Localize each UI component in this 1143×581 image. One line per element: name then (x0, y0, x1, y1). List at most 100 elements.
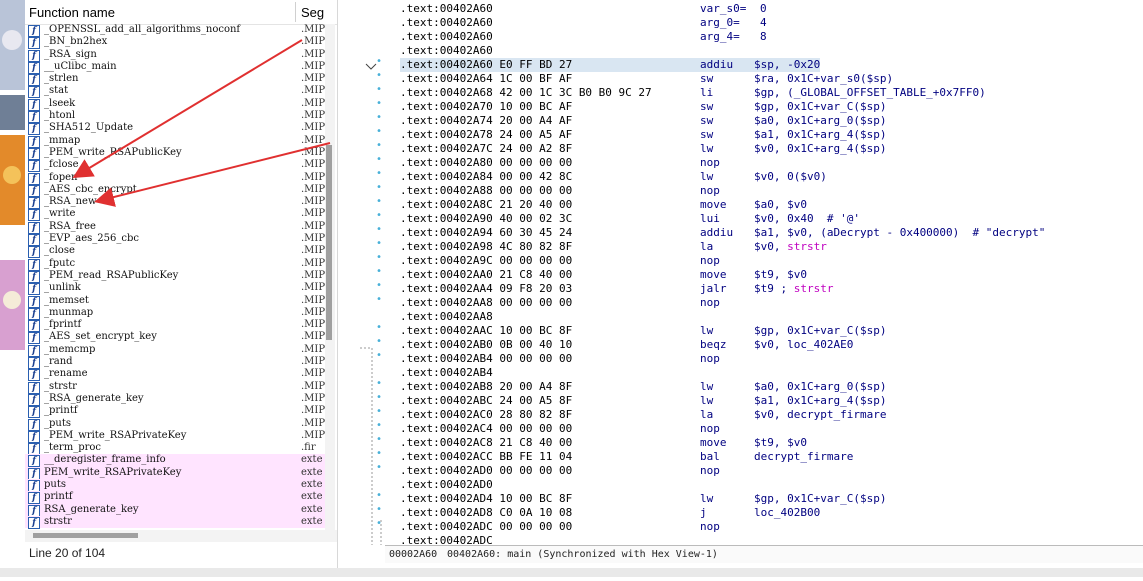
asm-line[interactable]: .text:00402A64 1C 00 BF AF sw $ra, 0x1C+va… (400, 72, 893, 86)
breakpoint-dot-icon[interactable]: • (376, 295, 382, 305)
breakpoint-dot-icon[interactable]: • (376, 449, 382, 459)
column-header-function-name[interactable]: Function name (29, 5, 115, 20)
function-row[interactable]: f _PEM_write_RSAPrivateKey .MIP (25, 430, 325, 443)
asm-line[interactable]: .text:00402AA0 21 C8 40 00 move $t9, $v0 (400, 268, 807, 282)
function-row[interactable]: f _AES_set_encrypt_key .MIP (25, 331, 325, 345)
function-row[interactable]: f _EVP_aes_256_cbc .MIP (25, 233, 325, 247)
breakpoint-dot-icon[interactable]: • (376, 127, 382, 137)
column-divider[interactable] (295, 2, 296, 22)
asm-line[interactable]: .text:00402ABC 24 00 A5 8F lw $a1, 0x1C+ar… (400, 394, 886, 408)
disassembly-view[interactable]: var_s0= 0 arg_0= 4 arg_4= 8 .text:00402A60 .te… (360, 0, 1143, 563)
asm-line[interactable]: .text:00402AB0 0B 00 40 10 beqz $v0, loc_4… (400, 338, 853, 352)
asm-line[interactable]: .text:00402A88 00 00 00 00 nop (400, 184, 720, 198)
breakpoint-dot-icon[interactable]: • (376, 463, 382, 473)
breakpoint-dot-icon[interactable]: • (376, 239, 382, 249)
breakpoint-dot-icon[interactable]: • (376, 71, 382, 81)
function-row[interactable]: f _write .MIP (25, 208, 325, 222)
breakpoint-dot-icon[interactable]: • (376, 351, 382, 361)
asm-line[interactable]: .text:00402A8C 21 20 40 00 move $a0, $v0 (400, 198, 807, 212)
breakpoint-dot-icon[interactable]: • (376, 141, 382, 151)
asm-line[interactable]: .text:00402AD4 10 00 BC 8F lw $gp, 0x1C+va… (400, 492, 886, 506)
function-row[interactable]: f _RSA_generate_key .MIP (25, 393, 325, 406)
function-row[interactable]: f _BN_bn2hex .MIP (25, 36, 325, 50)
function-row[interactable]: f _AES_cbc_encrypt .MIP (25, 184, 325, 197)
column-header-segment[interactable]: Seg (301, 5, 324, 20)
function-row[interactable]: f PEM_write_RSAPrivateKey exte (25, 466, 325, 480)
breakpoint-dot-icon[interactable]: • (376, 197, 382, 207)
function-row[interactable]: f _htonl .MIP (25, 110, 325, 124)
asm-line[interactable]: .text:00402A84 00 00 42 8C lw $v0, 0($v0) (400, 170, 827, 184)
function-row[interactable]: f strstr exte (25, 515, 325, 529)
function-row[interactable]: f _printf .MIP (25, 405, 325, 419)
function-row[interactable]: f _fputc .MIP (25, 258, 325, 271)
function-row[interactable]: f _fclose .MIP (25, 159, 325, 173)
asm-line[interactable]: .text:00402ACC BB FE 11 04 bal decrypt_fir… (400, 450, 853, 464)
breakpoint-dot-icon[interactable]: • (376, 393, 382, 403)
stack-var-name[interactable]: arg_0= (700, 16, 740, 30)
function-row[interactable]: f _fopen .MIP (25, 172, 325, 185)
stack-var-name[interactable]: var_s0= (700, 2, 746, 16)
breakpoint-dot-icon[interactable]: • (376, 99, 382, 109)
asm-line[interactable]: .text:00402AA8 00 00 00 00 nop (400, 296, 720, 310)
functions-scroll-thumb[interactable] (326, 145, 332, 340)
function-row[interactable]: f _puts .MIP (25, 418, 325, 431)
function-row[interactable]: f _OPENSSL_add_all_algorithms_noconf .MIP (25, 24, 325, 37)
function-row[interactable]: f _strlen .MIP (25, 73, 325, 87)
asm-line[interactable]: .text:00402A60 (400, 44, 499, 58)
asm-symbol-ref[interactable]: strstr (787, 240, 827, 253)
asm-line[interactable]: .text:00402AD0 (400, 478, 499, 492)
function-row[interactable]: f _rename .MIP (25, 368, 325, 382)
function-row[interactable]: f _RSA_new .MIP (25, 196, 325, 210)
asm-line[interactable]: .text:00402AC0 28 80 82 8F la $v0, decrypt… (400, 408, 886, 422)
function-row[interactable]: f puts exte (25, 478, 325, 492)
function-row[interactable]: f _SHA512_Update .MIP (25, 122, 325, 136)
breakpoint-dot-icon[interactable]: • (376, 211, 382, 221)
asm-line[interactable]: .text:00402A74 20 00 A4 AF sw $a0, 0x1C+ar… (400, 114, 886, 128)
asm-line[interactable]: .text:00402AAC 10 00 BC 8F lw $gp, 0x1C+va… (400, 324, 886, 338)
breakpoint-dot-icon[interactable]: • (376, 379, 382, 389)
function-row[interactable]: f _mmap .MIP (25, 135, 325, 148)
asm-line[interactable]: .text:00402AD0 00 00 00 00 nop (400, 464, 720, 478)
function-row[interactable]: f _memset .MIP (25, 295, 325, 308)
asm-line[interactable]: .text:00402AA4 09 F8 20 03 jalr $t9 ; strs… (400, 282, 834, 296)
asm-line[interactable]: .text:00402AB8 20 00 A4 8F lw $a0, 0x1C+ar… (400, 380, 886, 394)
breakpoint-dot-icon[interactable]: • (376, 421, 382, 431)
breakpoint-dot-icon[interactable]: • (376, 113, 382, 123)
asm-line[interactable]: .text:00402A9C 00 00 00 00 nop (400, 254, 720, 268)
function-row[interactable]: f _close .MIP (25, 245, 325, 259)
breakpoint-dot-icon[interactable]: • (376, 281, 382, 291)
breakpoint-dot-icon[interactable]: • (376, 267, 382, 277)
function-row[interactable]: f _PEM_write_RSAPublicKey .MIP (25, 147, 325, 160)
asm-line[interactable]: .text:00402A78 24 00 A5 AF sw $a1, 0x1C+ar… (400, 128, 886, 142)
breakpoint-dot-icon[interactable]: • (376, 183, 382, 193)
asm-line[interactable]: .text:00402A90 40 00 02 3C lui $v0, 0x40 #… (400, 212, 860, 226)
breakpoint-dot-icon[interactable]: • (376, 155, 382, 165)
breakpoint-dot-icon[interactable]: • (376, 337, 382, 347)
function-row[interactable]: f _strstr .MIP (25, 381, 325, 394)
asm-line[interactable]: .text:00402A80 00 00 00 00 nop (400, 156, 720, 170)
asm-line[interactable]: .text:00402AB4 (400, 366, 499, 380)
breakpoint-dot-icon[interactable]: • (376, 491, 382, 501)
asm-line[interactable]: .text:00402A60 (400, 2, 499, 16)
breakpoint-dot-icon[interactable]: • (376, 225, 382, 235)
asm-line[interactable]: .text:00402A60 (400, 30, 499, 44)
function-row[interactable]: f _lseek .MIP (25, 98, 325, 111)
breakpoint-dot-icon[interactable]: • (376, 519, 382, 529)
function-row[interactable]: f __uClibc_main .MIP (25, 61, 325, 74)
function-row[interactable]: f _unlink .MIP (25, 282, 325, 296)
breakpoint-dot-icon[interactable]: • (376, 253, 382, 263)
function-row[interactable]: f printf exte (25, 491, 325, 505)
breakpoint-dot-icon[interactable]: • (376, 407, 382, 417)
stack-var-name[interactable]: arg_4= (700, 30, 740, 44)
function-row[interactable]: f _PEM_read_RSAPublicKey .MIP (25, 270, 325, 283)
function-row[interactable]: f _munmap .MIP (25, 307, 325, 320)
asm-line[interactable]: .text:00402ADC 00 00 00 00 nop (400, 520, 720, 534)
function-row[interactable]: f _memcmp .MIP (25, 344, 325, 357)
asm-line[interactable]: .text:00402A60 (400, 16, 499, 30)
function-row[interactable]: f _RSA_free .MIP (25, 221, 325, 234)
asm-line[interactable]: .text:00402A60 E0 FF BD 27 addiu $sp, -0x2… (400, 58, 820, 72)
asm-line[interactable]: .text:00402A68 42 00 1C 3C B0 B0 9C 27 li… (400, 86, 986, 100)
asm-line[interactable]: .text:00402A98 4C 80 82 8F la $v0, strstr (400, 240, 827, 254)
function-row[interactable]: f _fprintf .MIP (25, 319, 325, 333)
asm-line[interactable]: .text:00402AD8 C0 0A 10 08 j loc_402B00 (400, 506, 820, 520)
